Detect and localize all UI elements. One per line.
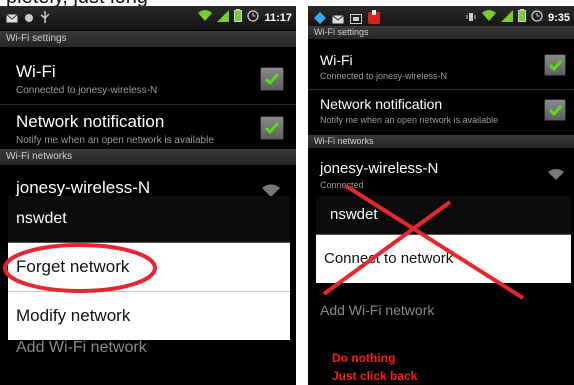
email-icon — [6, 10, 18, 28]
network-list-item[interactable]: jonesy-wireless-N — [16, 178, 150, 198]
network-notification-title[interactable]: Network notification — [16, 112, 164, 132]
wifi-checkbox[interactable] — [260, 67, 284, 91]
divider — [0, 104, 296, 105]
left-phone-screen: 11:17 Wi-Fi settings Wi-Fi Connected to … — [0, 6, 296, 385]
wifi-toggle-summary: Connected to jonesy-wireless-N — [16, 85, 158, 96]
right-phone-screen: 9:35 Wi-Fi settings Wi-Fi Connected to j… — [308, 6, 574, 385]
network-notification-summary: Notify me when an open network is availa… — [16, 135, 214, 146]
add-wifi-network-button[interactable]: Add Wi-Fi network — [16, 339, 147, 357]
dialog-title: nswdet — [8, 196, 290, 243]
status-bar: 11:17 — [0, 6, 296, 30]
wifi-networks-header: Wi-Fi networks — [0, 149, 296, 165]
signal-icon — [217, 9, 230, 27]
clock-time: 11:17 — [264, 12, 292, 24]
wifi-toggle-title[interactable]: Wi-Fi — [16, 62, 56, 82]
instruction-note-line-2: Just click back — [332, 369, 418, 383]
battery-icon — [234, 9, 243, 27]
cross-out-annotation — [322, 184, 525, 300]
network-notification-checkbox[interactable] — [260, 116, 284, 140]
alarm-clock-icon — [247, 9, 260, 27]
wifi-icon — [198, 9, 213, 27]
add-wifi-network-button[interactable]: Add Wi-Fi network — [320, 302, 434, 318]
instruction-note-line-1: Do nothing — [332, 351, 396, 365]
modify-network-button[interactable]: Modify network — [8, 292, 290, 340]
network-options-dialog: nswdet Forget network Modify network — [3, 196, 290, 340]
highlight-circle-annotation — [3, 243, 157, 293]
notification-icon — [24, 10, 34, 28]
checkmark-icon — [264, 122, 280, 135]
checkmark-icon — [264, 73, 280, 86]
usb-icon — [40, 10, 50, 28]
wifi-settings-header: Wi-Fi settings — [0, 31, 296, 47]
